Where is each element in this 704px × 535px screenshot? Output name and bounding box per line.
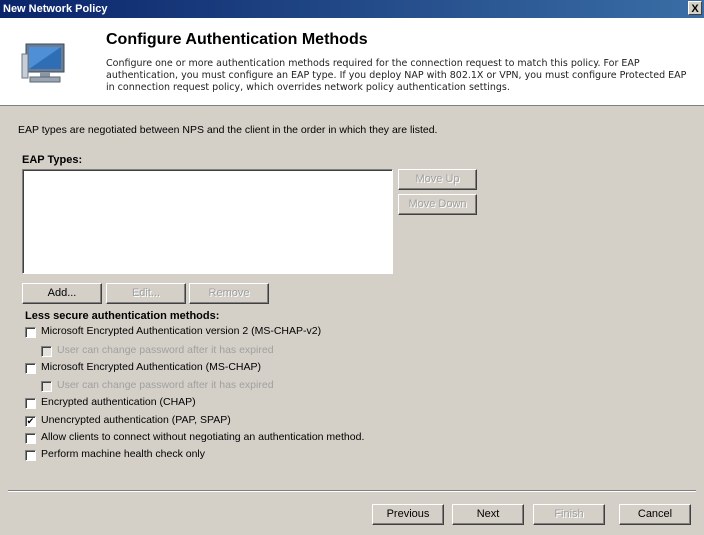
health-check-only-label: Perform machine health check only: [41, 448, 205, 460]
ms-chap-label: Microsoft Encrypted Authentication (MS-C…: [41, 361, 261, 373]
window-title: New Network Policy: [3, 3, 108, 15]
network-computer-icon: [21, 43, 65, 83]
ms-chap-change-password-label: User can change password after it has ex…: [57, 379, 274, 391]
ms-chap-v2-label: Microsoft Encrypted Authentication versi…: [41, 325, 322, 337]
pap-spap-checkbox[interactable]: ✔: [25, 416, 36, 427]
chap-label: Encrypted authentication (CHAP): [41, 396, 196, 408]
move-up-button[interactable]: Move Up: [398, 169, 477, 190]
checkmark-icon: ✔: [26, 416, 35, 426]
ms-chap-change-password-checkbox[interactable]: [41, 381, 52, 392]
wizard-header: Configure Authentication Methods Configu…: [0, 18, 704, 106]
ms-chap-v2-checkbox[interactable]: [25, 327, 36, 338]
health-check-only-checkbox[interactable]: [25, 450, 36, 461]
move-down-button[interactable]: Move Down: [398, 194, 477, 215]
eap-types-list[interactable]: [22, 169, 393, 274]
page-description: Configure one or more authentication met…: [106, 58, 687, 93]
finish-button[interactable]: Finish: [533, 504, 605, 525]
intro-text: EAP types are negotiated between NPS and…: [18, 124, 438, 136]
allow-no-auth-checkbox[interactable]: [25, 433, 36, 444]
ms-chap-v2-change-password-label: User can change password after it has ex…: [57, 344, 274, 356]
title-bar: New Network Policy X: [0, 0, 704, 18]
previous-button[interactable]: Previous: [372, 504, 444, 525]
pap-spap-label: Unencrypted authentication (PAP, SPAP): [41, 414, 231, 426]
ms-chap-v2-change-password-checkbox[interactable]: [41, 346, 52, 357]
eap-types-label: EAP Types:: [22, 154, 83, 166]
next-button[interactable]: Next: [452, 504, 524, 525]
remove-button[interactable]: Remove: [189, 283, 269, 304]
less-secure-label: Less secure authentication methods:: [25, 310, 220, 322]
chap-checkbox[interactable]: [25, 398, 36, 409]
add-button[interactable]: Add...: [22, 283, 102, 304]
footer-divider: [8, 490, 696, 492]
ms-chap-checkbox[interactable]: [25, 363, 36, 374]
page-title: Configure Authentication Methods: [106, 31, 368, 48]
close-button[interactable]: X: [688, 1, 702, 15]
cancel-button[interactable]: Cancel: [619, 504, 691, 525]
edit-button[interactable]: Edit...: [106, 283, 186, 304]
allow-no-auth-label: Allow clients to connect without negotia…: [41, 431, 365, 443]
